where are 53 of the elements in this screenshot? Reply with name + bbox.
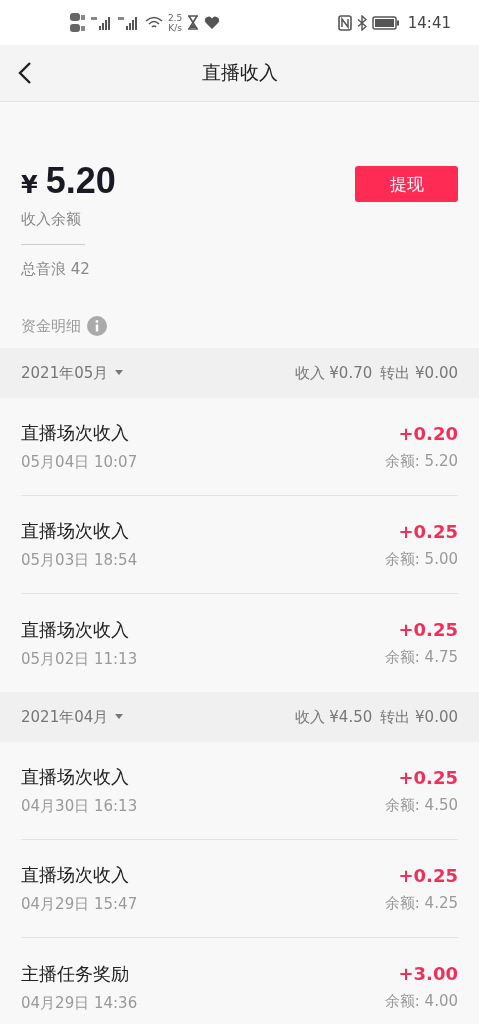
income-total: 收入 ¥4.50: [294, 707, 373, 727]
transaction-amount: +0.25: [398, 520, 458, 542]
wifi-icon: [145, 15, 163, 30]
balance-after: 余额: 5.00: [384, 549, 458, 569]
transaction-name: 直播场次收入: [21, 617, 130, 642]
total-label: 总音浪 42: [21, 260, 91, 279]
transaction-name: 直播场次收入: [21, 421, 130, 445]
balance-after: 余额: 4.25: [384, 893, 458, 913]
income-total: 收入 ¥0.70: [294, 363, 373, 383]
month-header[interactable]: 2021年05月 收入 ¥0.70 转出 ¥0.00: [0, 348, 479, 398]
month-label: 2021年04月: [21, 707, 109, 727]
transaction-amount: +0.25: [398, 619, 458, 640]
battery-icon: [371, 15, 400, 30]
transaction-amount: +3.00: [398, 963, 458, 984]
balance-label: 收入余额: [21, 210, 82, 229]
speed-unit: K/s: [168, 22, 182, 33]
transaction-name: 直播场次收入: [21, 765, 130, 789]
transaction-time: 04月29日 14:36: [21, 993, 138, 1013]
balance-amount: 5.20: [45, 160, 116, 202]
section-title: 资金明细: [21, 316, 81, 336]
transaction-amount: +0.25: [398, 864, 458, 886]
withdraw-button[interactable]: 提现: [355, 166, 458, 202]
transaction-time: 05月02日 11:13: [21, 649, 138, 669]
network-speed: 2.5: [168, 12, 183, 23]
bluetooth-icon: [356, 14, 367, 31]
balance-after: 余额: 4.50: [384, 795, 458, 815]
outgoing-total: 转出 ¥0.00: [380, 363, 458, 383]
signal-icon: [118, 14, 140, 31]
balance-after: 余额: 4.75: [384, 648, 458, 667]
month-label: 2021年05月: [21, 363, 109, 383]
clock-time: 14:41: [407, 13, 451, 32]
dropdown-icon: [115, 370, 124, 376]
hourglass-icon: [187, 15, 200, 30]
transaction-time: 05月04日 10:07: [21, 453, 138, 472]
heart-icon: [204, 15, 221, 30]
back-icon: [18, 61, 32, 85]
page-title: 直播收入: [201, 60, 278, 85]
balance-after: 余额: 5.20: [384, 451, 458, 471]
transaction-name: 直播场次收入: [21, 863, 130, 887]
transaction-name: 直播场次收入: [21, 519, 130, 543]
transaction-time: 04月29日 15:47: [21, 895, 138, 914]
transaction-amount: +0.20: [398, 422, 458, 444]
currency-symbol: ¥: [21, 171, 38, 199]
balance-after: 余额: 4.00: [384, 992, 458, 1011]
transaction-name: 主播任务奖励: [21, 961, 130, 986]
month-header[interactable]: 2021年04月 收入 ¥4.50 转出 ¥0.00: [0, 692, 479, 742]
transaction-time: 04月30日 16:13: [21, 797, 138, 816]
dropdown-icon: [115, 714, 124, 720]
transaction-amount: +0.25: [398, 766, 458, 788]
nfc-icon: [337, 14, 352, 31]
transaction-time: 05月03日 18:54: [21, 551, 138, 570]
signal-icon: [91, 14, 113, 31]
outgoing-total: 转出 ¥0.00: [380, 707, 458, 727]
